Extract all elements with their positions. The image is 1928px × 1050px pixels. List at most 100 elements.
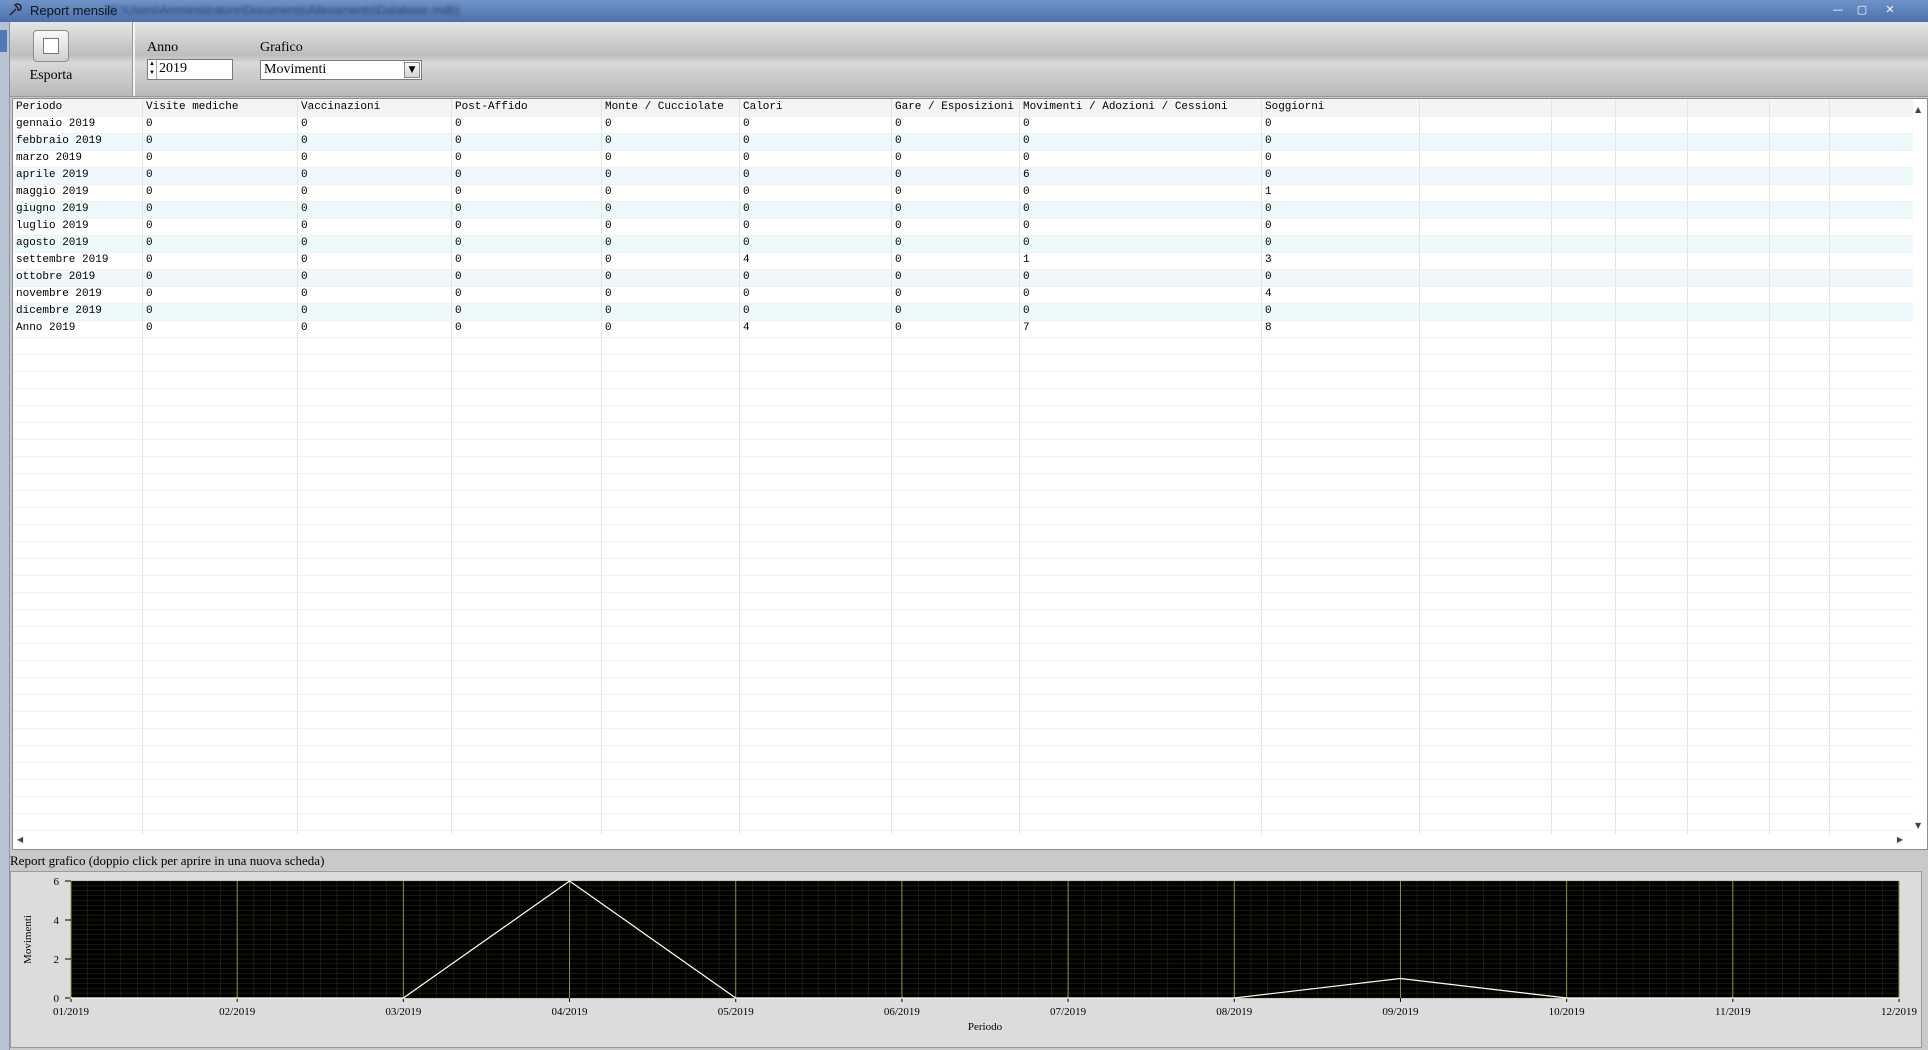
- grid-row-divider: [13, 626, 1913, 627]
- value-cell: 0: [455, 305, 462, 317]
- x-tick-label: 06/2019: [884, 1006, 921, 1018]
- anno-input[interactable]: [157, 60, 231, 77]
- spinner-arrows-icon[interactable]: ▲ ▼: [148, 60, 157, 79]
- value-cell: 0: [301, 135, 308, 147]
- column-header[interactable]: Movimenti / Adozioni / Cessioni: [1023, 101, 1228, 113]
- table-row[interactable]: agosto 2019 0 0 0 0 0 0 0 0: [13, 235, 1913, 252]
- value-cell: 0: [301, 237, 308, 249]
- column-header[interactable]: Vaccinazioni: [301, 101, 380, 113]
- report-grid[interactable]: gennaio 2019 0 0 0 0 0 0 0 0 febbraio 2019 0 0 0 0 0 0 0…: [12, 98, 1928, 850]
- scroll-right-icon[interactable]: ▶: [1897, 835, 1903, 844]
- value-cell: 0: [301, 186, 308, 198]
- data-point: [901, 997, 903, 999]
- minimize-button[interactable]: —: [1828, 2, 1848, 18]
- table-row[interactable]: giugno 2019 0 0 0 0 0 0 0 0: [13, 201, 1913, 218]
- column-header[interactable]: Visite mediche: [146, 101, 238, 113]
- value-cell: 0: [1023, 237, 1030, 249]
- value-cell: 0: [605, 322, 612, 334]
- table-row[interactable]: febbraio 2019 0 0 0 0 0 0 0 0: [13, 133, 1913, 150]
- chevron-down-icon[interactable]: ▼: [404, 62, 420, 78]
- value-cell: 0: [1265, 220, 1272, 232]
- data-point: [70, 997, 72, 999]
- grid-row-divider: [13, 405, 1913, 406]
- export-button[interactable]: Esporta: [18, 30, 84, 92]
- table-row[interactable]: Anno 2019 0 0 0 0 4 0 7 8: [13, 320, 1913, 337]
- value-cell: 0: [146, 118, 153, 130]
- grid-row-divider: [13, 269, 1913, 270]
- grid-column-divider: [297, 99, 298, 834]
- period-cell: maggio 2019: [16, 186, 89, 198]
- grid-row-divider: [13, 558, 1913, 559]
- value-cell: 0: [743, 220, 750, 232]
- grid-row-divider: [13, 592, 1913, 593]
- value-cell: 0: [895, 169, 902, 181]
- value-cell: 0: [1023, 135, 1030, 147]
- horizontal-scrollbar[interactable]: ◀ ▶: [13, 834, 1913, 848]
- anno-spinner[interactable]: ▲ ▼: [147, 59, 233, 80]
- value-cell: 0: [1023, 288, 1030, 300]
- column-header[interactable]: Monte / Cucciolate: [605, 101, 724, 113]
- x-tick-label: 02/2019: [219, 1006, 256, 1018]
- data-point: [568, 880, 571, 882]
- period-cell: settembre 2019: [16, 254, 109, 266]
- column-header[interactable]: Gare / Esposizioni: [895, 101, 1014, 113]
- maximize-button[interactable]: ▢: [1852, 2, 1872, 18]
- data-point: [1565, 997, 1568, 999]
- value-cell: 0: [1265, 152, 1272, 164]
- vertical-scrollbar[interactable]: ▲ ▼: [1913, 99, 1927, 834]
- value-cell: 4: [1265, 288, 1272, 300]
- value-cell: 0: [301, 271, 308, 283]
- grafico-select[interactable]: Movimenti ▼: [260, 60, 422, 80]
- table-row[interactable]: marzo 2019 0 0 0 0 0 0 0 0: [13, 150, 1913, 167]
- grid-row-divider: [13, 252, 1913, 253]
- grid-row-divider: [13, 796, 1913, 797]
- x-tick-label: 11/2019: [1715, 1006, 1751, 1018]
- table-row[interactable]: luglio 2019 0 0 0 0 0 0 0 0: [13, 218, 1913, 235]
- table-row[interactable]: settembre 2019 0 0 0 0 4 0 1 3: [13, 252, 1913, 269]
- value-cell: 0: [1023, 152, 1030, 164]
- value-cell: 4: [743, 322, 750, 334]
- value-cell: 0: [605, 186, 612, 198]
- grid-row-divider: [13, 728, 1913, 729]
- value-cell: 0: [605, 254, 612, 266]
- value-cell: 0: [301, 322, 308, 334]
- value-cell: 0: [895, 220, 902, 232]
- value-cell: 0: [605, 169, 612, 181]
- period-cell: dicembre 2019: [16, 305, 102, 317]
- grid-row-divider: [13, 184, 1913, 185]
- data-point: [1067, 997, 1069, 999]
- close-button[interactable]: ✕: [1876, 2, 1904, 18]
- table-row[interactable]: aprile 2019 0 0 0 0 0 0 6 0: [13, 167, 1913, 184]
- value-cell: 0: [1023, 118, 1030, 130]
- column-header[interactable]: Soggiorni: [1265, 101, 1324, 113]
- value-cell: 0: [743, 186, 750, 198]
- value-cell: 0: [455, 322, 462, 334]
- value-cell: 0: [146, 152, 153, 164]
- value-cell: 0: [1265, 118, 1272, 130]
- value-cell: 3: [1265, 254, 1272, 266]
- grafico-selected-value: Movimenti: [264, 62, 327, 77]
- value-cell: 0: [146, 288, 153, 300]
- value-cell: 0: [455, 254, 462, 266]
- grid-row-divider: [13, 201, 1913, 202]
- table-row[interactable]: maggio 2019 0 0 0 0 0 0 0 1: [13, 184, 1913, 201]
- value-cell: 0: [743, 237, 750, 249]
- column-header[interactable]: Periodo: [16, 101, 62, 113]
- value-cell: 0: [1265, 203, 1272, 215]
- grid-row-divider: [13, 337, 1913, 338]
- table-row[interactable]: novembre 2019 0 0 0 0 0 0 0 4: [13, 286, 1913, 303]
- column-header[interactable]: Post-Affido: [455, 101, 528, 113]
- scroll-up-icon[interactable]: ▲: [1915, 105, 1921, 114]
- scroll-down-icon[interactable]: ▼: [1915, 821, 1921, 830]
- grid-row-divider: [13, 541, 1913, 542]
- table-row[interactable]: dicembre 2019 0 0 0 0 0 0 0 0: [13, 303, 1913, 320]
- toolbar: Esporta Anno ▲▼ Grafico Movimenti ▼: [10, 22, 1928, 97]
- value-cell: 0: [1023, 271, 1030, 283]
- table-row[interactable]: ottobre 2019 0 0 0 0 0 0 0 0: [13, 269, 1913, 286]
- column-header[interactable]: Calori: [743, 101, 783, 113]
- grid-column-divider: [1551, 99, 1552, 834]
- scroll-left-icon[interactable]: ◀: [17, 835, 23, 844]
- period-cell: marzo 2019: [16, 152, 83, 164]
- chart-panel[interactable]: 01/2019 02/2019 03/2019 04/2019 05/2019 06/20…: [10, 871, 1922, 1048]
- table-row[interactable]: gennaio 2019 0 0 0 0 0 0 0 0: [13, 116, 1913, 133]
